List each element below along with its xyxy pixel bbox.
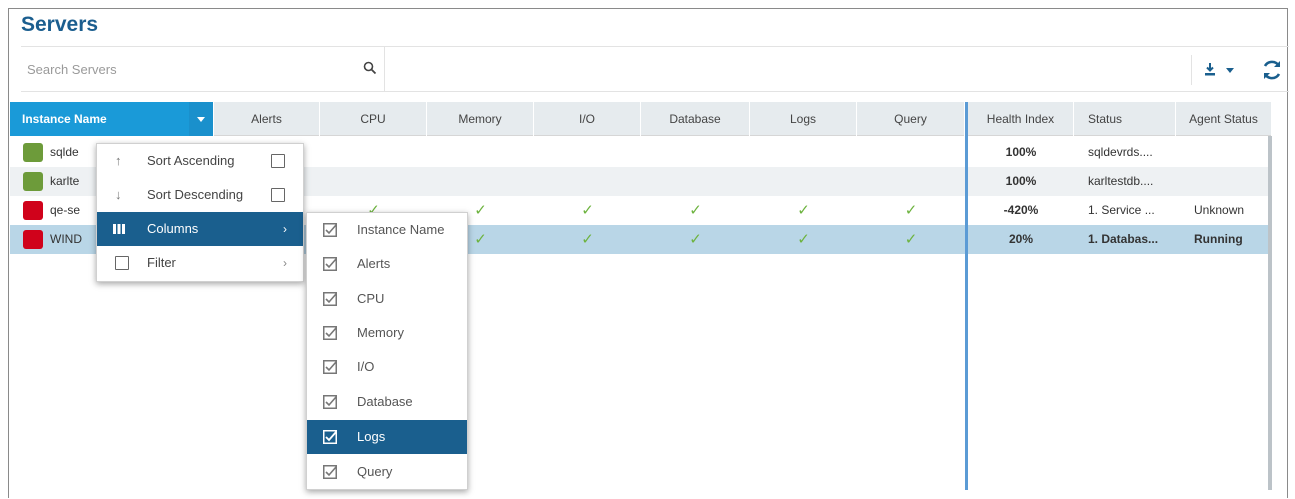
columns-submenu: Instance Name Alerts CPU Memory I/O Data… bbox=[306, 212, 468, 490]
column-header-memory[interactable]: Memory bbox=[427, 102, 534, 136]
menu-item-sort-descending[interactable]: ↓ Sort Descending bbox=[97, 178, 303, 212]
column-toggle-label: Database bbox=[357, 394, 413, 409]
checked-checkbox-icon[interactable] bbox=[323, 395, 337, 409]
column-header-io[interactable]: I/O bbox=[534, 102, 641, 136]
column-toggle-logs[interactable]: Logs bbox=[307, 420, 467, 454]
agent-status-cell: Unknown bbox=[1194, 203, 1245, 217]
check-icon: ✓ bbox=[904, 201, 918, 219]
health-status-indicator bbox=[23, 143, 43, 162]
check-icon: ✓ bbox=[689, 230, 702, 248]
checked-checkbox-icon[interactable] bbox=[323, 223, 337, 237]
column-toggle-label: CPU bbox=[357, 291, 385, 306]
toolbar bbox=[21, 46, 1289, 92]
column-toggle-label: Query bbox=[357, 464, 393, 479]
checked-checkbox-icon[interactable] bbox=[323, 430, 337, 444]
status-cell: 1. Service ... bbox=[1088, 203, 1155, 217]
page-title: Servers bbox=[21, 13, 99, 36]
health-index-cell: -420% bbox=[1003, 203, 1039, 217]
instance-name-cell: sqlde bbox=[50, 145, 79, 159]
chevron-right-icon: › bbox=[283, 222, 287, 236]
arrow-down-icon: ↓ bbox=[115, 187, 122, 202]
menu-item-label: Sort Ascending bbox=[147, 153, 235, 168]
menu-item-sort-ascending[interactable]: ↑ Sort Ascending bbox=[97, 144, 303, 178]
check-icon: ✓ bbox=[797, 201, 810, 219]
health-index-cell: 100% bbox=[1005, 174, 1037, 188]
status-cell: sqldevrds.... bbox=[1088, 145, 1153, 159]
refresh-icon bbox=[1263, 60, 1281, 80]
checkbox-icon[interactable] bbox=[271, 154, 285, 168]
column-toggle-instance-name[interactable]: Instance Name bbox=[307, 213, 467, 247]
checked-checkbox-icon[interactable] bbox=[323, 292, 337, 306]
frozen-column-divider[interactable] bbox=[965, 102, 968, 490]
health-index-cell: 20% bbox=[1008, 232, 1034, 246]
column-header-database[interactable]: Database bbox=[641, 102, 750, 136]
instance-name-cell: qe-se bbox=[50, 203, 81, 217]
search-icon[interactable] bbox=[363, 61, 377, 75]
column-header-logs[interactable]: Logs bbox=[750, 102, 857, 136]
chevron-down-icon[interactable] bbox=[189, 102, 213, 136]
menu-item-label: Columns bbox=[147, 221, 199, 236]
health-index-cell: 100% bbox=[1005, 145, 1037, 159]
column-toggle-label: Alerts bbox=[357, 256, 391, 271]
column-toggle-alerts[interactable]: Alerts bbox=[307, 247, 467, 281]
vertical-scrollbar[interactable] bbox=[1268, 136, 1272, 490]
menu-item-label: Filter bbox=[147, 255, 176, 270]
column-header-agent-status[interactable]: Agent Status bbox=[1176, 102, 1272, 136]
filter-checkbox-icon bbox=[115, 256, 129, 270]
column-header-cpu[interactable]: CPU bbox=[320, 102, 427, 136]
column-toggle-label: Instance Name bbox=[357, 222, 445, 237]
checked-checkbox-icon[interactable] bbox=[323, 326, 337, 340]
column-toggle-query[interactable]: Query bbox=[307, 455, 467, 489]
column-header-health-index[interactable]: Health Index bbox=[968, 102, 1074, 136]
column-header-status[interactable]: Status bbox=[1074, 102, 1176, 136]
column-header-label: Instance Name bbox=[22, 112, 107, 126]
check-icon: ✓ bbox=[689, 201, 702, 219]
search-input[interactable] bbox=[27, 56, 337, 82]
search-box bbox=[21, 47, 385, 91]
check-icon: ✓ bbox=[904, 230, 918, 248]
columns-icon bbox=[113, 224, 125, 234]
checked-checkbox-icon[interactable] bbox=[323, 360, 337, 374]
health-status-indicator bbox=[23, 201, 43, 220]
status-cell: karltestdb.... bbox=[1088, 174, 1154, 188]
column-toggle-label: Logs bbox=[357, 429, 386, 444]
column-toggle-io[interactable]: I/O bbox=[307, 350, 467, 384]
column-header-alerts[interactable]: Alerts bbox=[214, 102, 320, 136]
column-header-instance-name[interactable]: Instance Name bbox=[10, 102, 214, 136]
column-toggle-memory[interactable]: Memory bbox=[307, 316, 467, 350]
status-cell: 1. Databas... bbox=[1088, 232, 1159, 246]
column-header-query[interactable]: Query bbox=[857, 102, 965, 136]
column-toggle-label: I/O bbox=[357, 359, 375, 374]
check-icon: ✓ bbox=[797, 230, 810, 248]
column-toggle-database[interactable]: Database bbox=[307, 385, 467, 419]
menu-item-label: Sort Descending bbox=[147, 187, 244, 202]
agent-status-cell: Running bbox=[1194, 232, 1243, 246]
health-status-indicator bbox=[23, 230, 43, 249]
column-toggle-cpu[interactable]: CPU bbox=[307, 282, 467, 316]
column-toggle-label: Memory bbox=[357, 325, 404, 340]
checked-checkbox-icon[interactable] bbox=[323, 257, 337, 271]
check-icon: ✓ bbox=[581, 230, 594, 248]
health-status-indicator bbox=[23, 172, 43, 191]
instance-name-cell: WIND bbox=[50, 232, 82, 246]
checkbox-icon[interactable] bbox=[271, 188, 285, 202]
download-icon bbox=[1205, 63, 1234, 76]
checked-checkbox-icon[interactable] bbox=[323, 465, 337, 479]
check-icon: ✓ bbox=[581, 201, 594, 219]
chevron-right-icon: › bbox=[283, 256, 287, 270]
refresh-button[interactable] bbox=[1257, 55, 1287, 85]
menu-item-columns[interactable]: Columns › bbox=[97, 212, 303, 246]
instance-name-cell: karlte bbox=[50, 174, 80, 188]
export-button[interactable] bbox=[1191, 55, 1245, 85]
column-context-menu: ↑ Sort Ascending ↓ Sort Descending Colum… bbox=[96, 143, 304, 282]
grid-header: Instance Name Alerts CPU Memory I/O Data… bbox=[10, 102, 1272, 136]
arrow-up-icon: ↑ bbox=[115, 153, 122, 168]
menu-item-filter[interactable]: Filter › bbox=[97, 246, 303, 280]
